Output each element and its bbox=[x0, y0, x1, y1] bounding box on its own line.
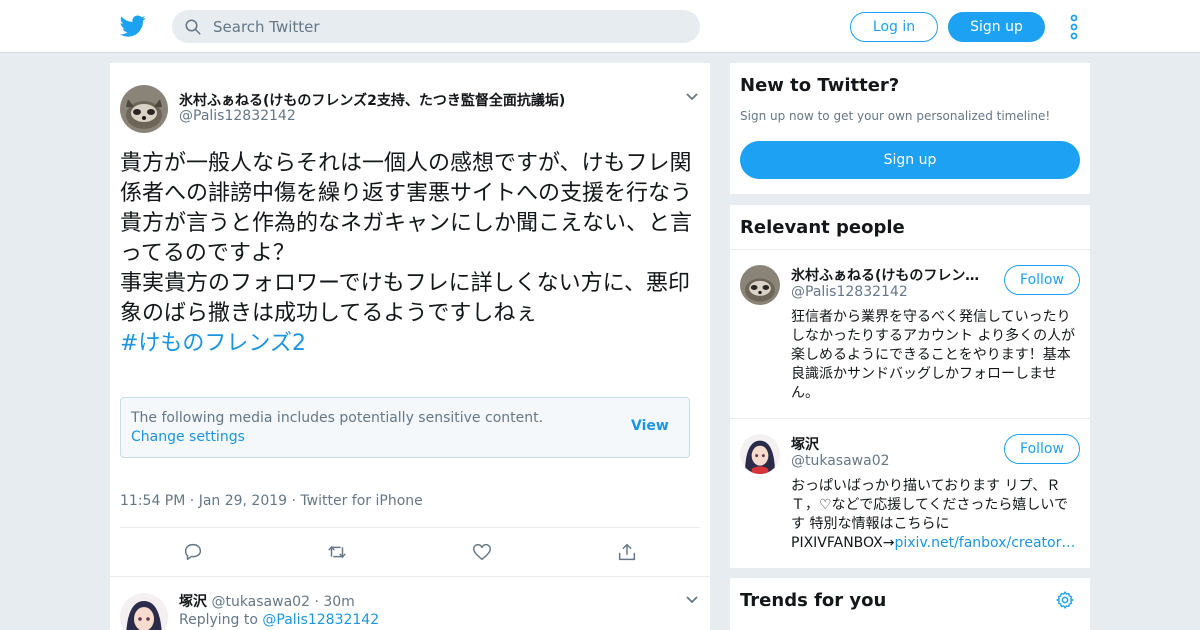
reply-author-avatar[interactable] bbox=[120, 593, 168, 630]
relevant-people-card: Relevant people 氷村ふぁねる(けものフレンズ2支持、たつき監督全… bbox=[730, 205, 1090, 568]
divider bbox=[730, 418, 1090, 419]
divider bbox=[120, 527, 700, 528]
person-bio: おっぱいばっかり描いております リプ、ＲＴ，♡などで応援してくださったら嬉しいで… bbox=[791, 477, 1079, 553]
new-to-twitter-title: New to Twitter? bbox=[740, 75, 900, 96]
search-input[interactable]: Search Twitter bbox=[213, 18, 320, 36]
sensitive-media-notice: The following media includes potentially… bbox=[120, 397, 690, 458]
raccoon-avatar-image bbox=[740, 265, 780, 305]
sensitive-text: The following media includes potentially… bbox=[131, 410, 544, 426]
search-box[interactable]: Search Twitter bbox=[172, 10, 700, 43]
reply-author-name[interactable]: 塚沢 bbox=[179, 594, 207, 610]
like-icon[interactable] bbox=[471, 541, 493, 563]
divider bbox=[110, 576, 710, 577]
gear-icon[interactable] bbox=[1055, 590, 1075, 610]
reply-header: 塚沢 @tukasawa02 · 30m bbox=[179, 591, 355, 611]
person-avatar[interactable] bbox=[740, 434, 780, 474]
more-options-icon[interactable] bbox=[1068, 14, 1080, 40]
reply-age[interactable]: 30m bbox=[323, 594, 354, 610]
hashtag-link[interactable]: #けものフレンズ2 bbox=[120, 329, 695, 359]
anime-girl-avatar-image bbox=[120, 593, 168, 630]
author-name[interactable]: 氷村ふぁねる(けものフレンズ2支持、たつき監督全面抗議垢) bbox=[179, 90, 565, 110]
search-icon bbox=[185, 19, 201, 35]
tweet-time[interactable]: 11:54 PM bbox=[120, 493, 185, 509]
reply-icon[interactable] bbox=[182, 541, 204, 563]
tweet-body: 貴方が一般人ならそれは一個人の感想ですが、けもフレ関係者への誹謗中傷を繰り返す害… bbox=[120, 151, 693, 326]
replying-to-label: Replying to bbox=[179, 612, 258, 628]
person-bio: 狂信者から業界を守るべく発信していったりしなかったりするアカウント より多くの人… bbox=[791, 309, 1076, 401]
tweet-metadata: 11:54 PM · Jan 29, 2019 · Twitter for iP… bbox=[120, 493, 423, 509]
meta-dot: · bbox=[189, 493, 199, 509]
replying-to-line: Replying to @Palis12832142 bbox=[179, 612, 379, 628]
replying-to-handle[interactable]: @Palis12832142 bbox=[262, 612, 379, 628]
author-avatar[interactable] bbox=[120, 85, 168, 133]
tweet-date[interactable]: Jan 29, 2019 bbox=[199, 493, 287, 509]
new-to-twitter-card: New to Twitter? Sign up now to get your … bbox=[730, 63, 1090, 194]
retweet-icon[interactable] bbox=[326, 541, 348, 563]
person-name[interactable]: 塚沢 bbox=[791, 434, 991, 454]
login-button[interactable]: Log in bbox=[850, 12, 938, 42]
person-handle[interactable]: @tukasawa02 bbox=[791, 453, 890, 469]
divider bbox=[730, 249, 1090, 250]
author-handle[interactable]: @Palis12832142 bbox=[179, 108, 296, 124]
bio-link[interactable]: pixiv.net/fanbox/creator… bbox=[895, 535, 1076, 551]
raccoon-avatar-image bbox=[120, 85, 168, 133]
twitter-bird-icon[interactable] bbox=[120, 13, 146, 39]
top-navigation-bar: Search Twitter Log in Sign up bbox=[0, 0, 1200, 53]
trends-title: Trends for you bbox=[740, 590, 887, 611]
chevron-down-icon[interactable] bbox=[685, 595, 699, 605]
share-icon[interactable] bbox=[616, 541, 638, 563]
reply-author-handle[interactable]: @tukasawa02 bbox=[211, 594, 310, 610]
person-avatar[interactable] bbox=[740, 265, 780, 305]
sidebar-signup-button[interactable]: Sign up bbox=[740, 141, 1080, 179]
follow-button[interactable]: Follow bbox=[1004, 434, 1080, 464]
sensitive-message: The following media includes potentially… bbox=[131, 409, 601, 447]
anime-girl-avatar-image bbox=[740, 434, 780, 474]
meta-dot: · bbox=[314, 594, 324, 610]
chevron-down-icon[interactable] bbox=[685, 92, 699, 102]
view-media-button[interactable]: View bbox=[631, 418, 669, 434]
tweet-column: 氷村ふぁねる(けものフレンズ2支持、たつき監督全面抗議垢) @Palis1283… bbox=[110, 63, 710, 630]
person-handle[interactable]: @Palis12832142 bbox=[791, 284, 908, 300]
trends-card: Trends for you bbox=[730, 578, 1090, 630]
relevant-people-title: Relevant people bbox=[740, 217, 905, 238]
change-settings-link[interactable]: Change settings bbox=[131, 429, 245, 445]
signup-button[interactable]: Sign up bbox=[948, 12, 1045, 42]
tweet-source: Twitter for iPhone bbox=[300, 493, 423, 509]
person-name[interactable]: 氷村ふぁねる(けものフレンズ2支持、たつき監督全面抗議垢) bbox=[791, 265, 991, 285]
follow-button[interactable]: Follow bbox=[1004, 265, 1080, 295]
tweet-text: 貴方が一般人ならそれは一個人の感想ですが、けもフレ関係者への誹謗中傷を繰り返す害… bbox=[120, 149, 695, 359]
new-to-twitter-subtitle: Sign up now to get your own personalized… bbox=[740, 109, 1051, 123]
